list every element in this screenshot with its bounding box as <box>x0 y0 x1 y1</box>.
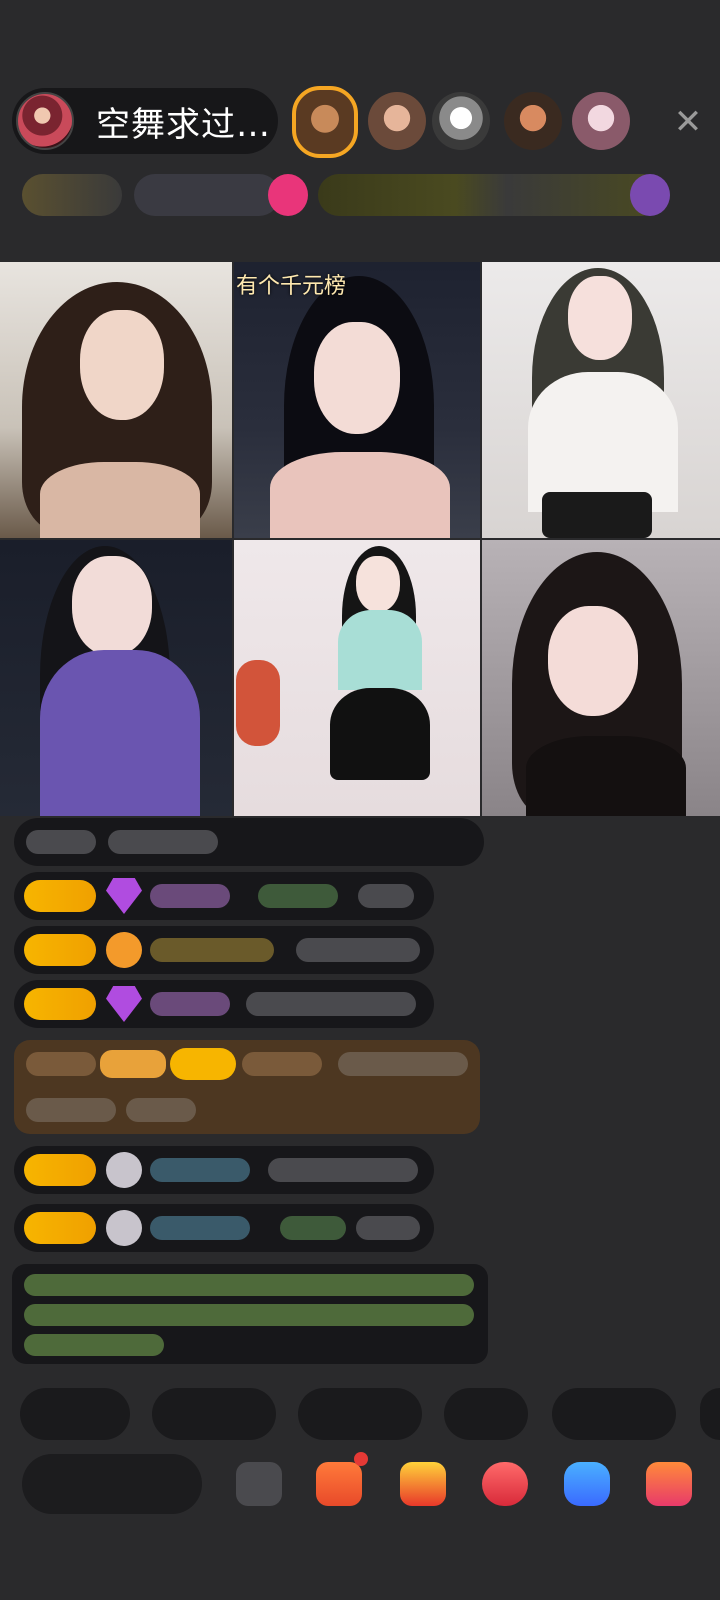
quick-reply-chip[interactable] <box>20 1388 130 1440</box>
quick-reply-chip[interactable] <box>444 1388 528 1440</box>
gem-icon <box>106 986 142 1022</box>
quick-reply-chip[interactable] <box>152 1388 276 1440</box>
chat-message[interactable] <box>14 980 434 1028</box>
top-viewer-avatar-2[interactable] <box>368 92 426 150</box>
host-room-title: 空舞求过… <box>96 104 271 145</box>
guest-video-tile[interactable] <box>0 540 232 816</box>
fans-badge[interactable] <box>134 174 280 216</box>
quick-reply-chip[interactable] <box>298 1388 422 1440</box>
user-avatar[interactable] <box>106 1210 142 1246</box>
top-viewer-avatar-5[interactable] <box>572 92 630 150</box>
chat-message[interactable] <box>14 926 434 974</box>
user-level-badge <box>24 1212 96 1244</box>
gift-box-icon[interactable] <box>400 1462 446 1506</box>
lucky-bag-icon[interactable] <box>482 1462 528 1506</box>
top-viewer-avatar-3[interactable] <box>432 92 490 150</box>
chat-message[interactable] <box>14 1146 434 1194</box>
multi-guest-video-grid: 有个千元榜 <box>0 262 720 816</box>
fans-gift-icon[interactable] <box>316 1462 362 1506</box>
chat-message[interactable] <box>14 872 434 920</box>
chat-input[interactable] <box>22 1454 202 1514</box>
guest-video-tile[interactable] <box>482 262 720 538</box>
gem-icon <box>106 878 142 914</box>
user-level-badge <box>24 988 96 1020</box>
guest-video-tile[interactable] <box>234 540 480 816</box>
gift-chat-message[interactable] <box>14 1040 480 1134</box>
guest-video-tile[interactable] <box>0 262 232 538</box>
quick-reply-chip[interactable] <box>552 1388 676 1440</box>
close-icon[interactable]: ✕ <box>668 102 708 142</box>
host-info-pill[interactable]: 空舞求过… <box>12 88 278 154</box>
chat-message[interactable] <box>14 818 484 866</box>
fans-club-icon <box>106 932 142 968</box>
notification-dot <box>354 1452 368 1466</box>
guest-caption: 有个千元榜 <box>236 274 347 299</box>
top-viewer-avatar-4[interactable] <box>504 92 562 150</box>
user-level-badge <box>24 934 96 966</box>
heart-icon[interactable] <box>268 174 308 216</box>
announcement-badge[interactable] <box>318 174 662 216</box>
guest-video-tile[interactable]: 有个千元榜 <box>234 262 480 538</box>
host-avatar[interactable] <box>16 92 74 150</box>
chat-message[interactable] <box>14 1204 434 1252</box>
user-level-badge <box>24 880 96 912</box>
more-apps-icon[interactable] <box>646 1462 692 1506</box>
plush-toy-decoration <box>236 660 280 746</box>
share-icon[interactable] <box>564 1462 610 1506</box>
gift-icon[interactable] <box>630 174 670 216</box>
top-viewer-avatar-1[interactable] <box>292 86 358 158</box>
emoji-icon[interactable] <box>236 1462 282 1506</box>
quick-reply-chip[interactable] <box>700 1388 720 1440</box>
rank-badge[interactable] <box>22 174 122 216</box>
system-notice-message <box>12 1264 488 1364</box>
guest-video-tile[interactable] <box>482 540 720 816</box>
user-avatar[interactable] <box>106 1152 142 1188</box>
user-level-badge <box>24 1154 96 1186</box>
